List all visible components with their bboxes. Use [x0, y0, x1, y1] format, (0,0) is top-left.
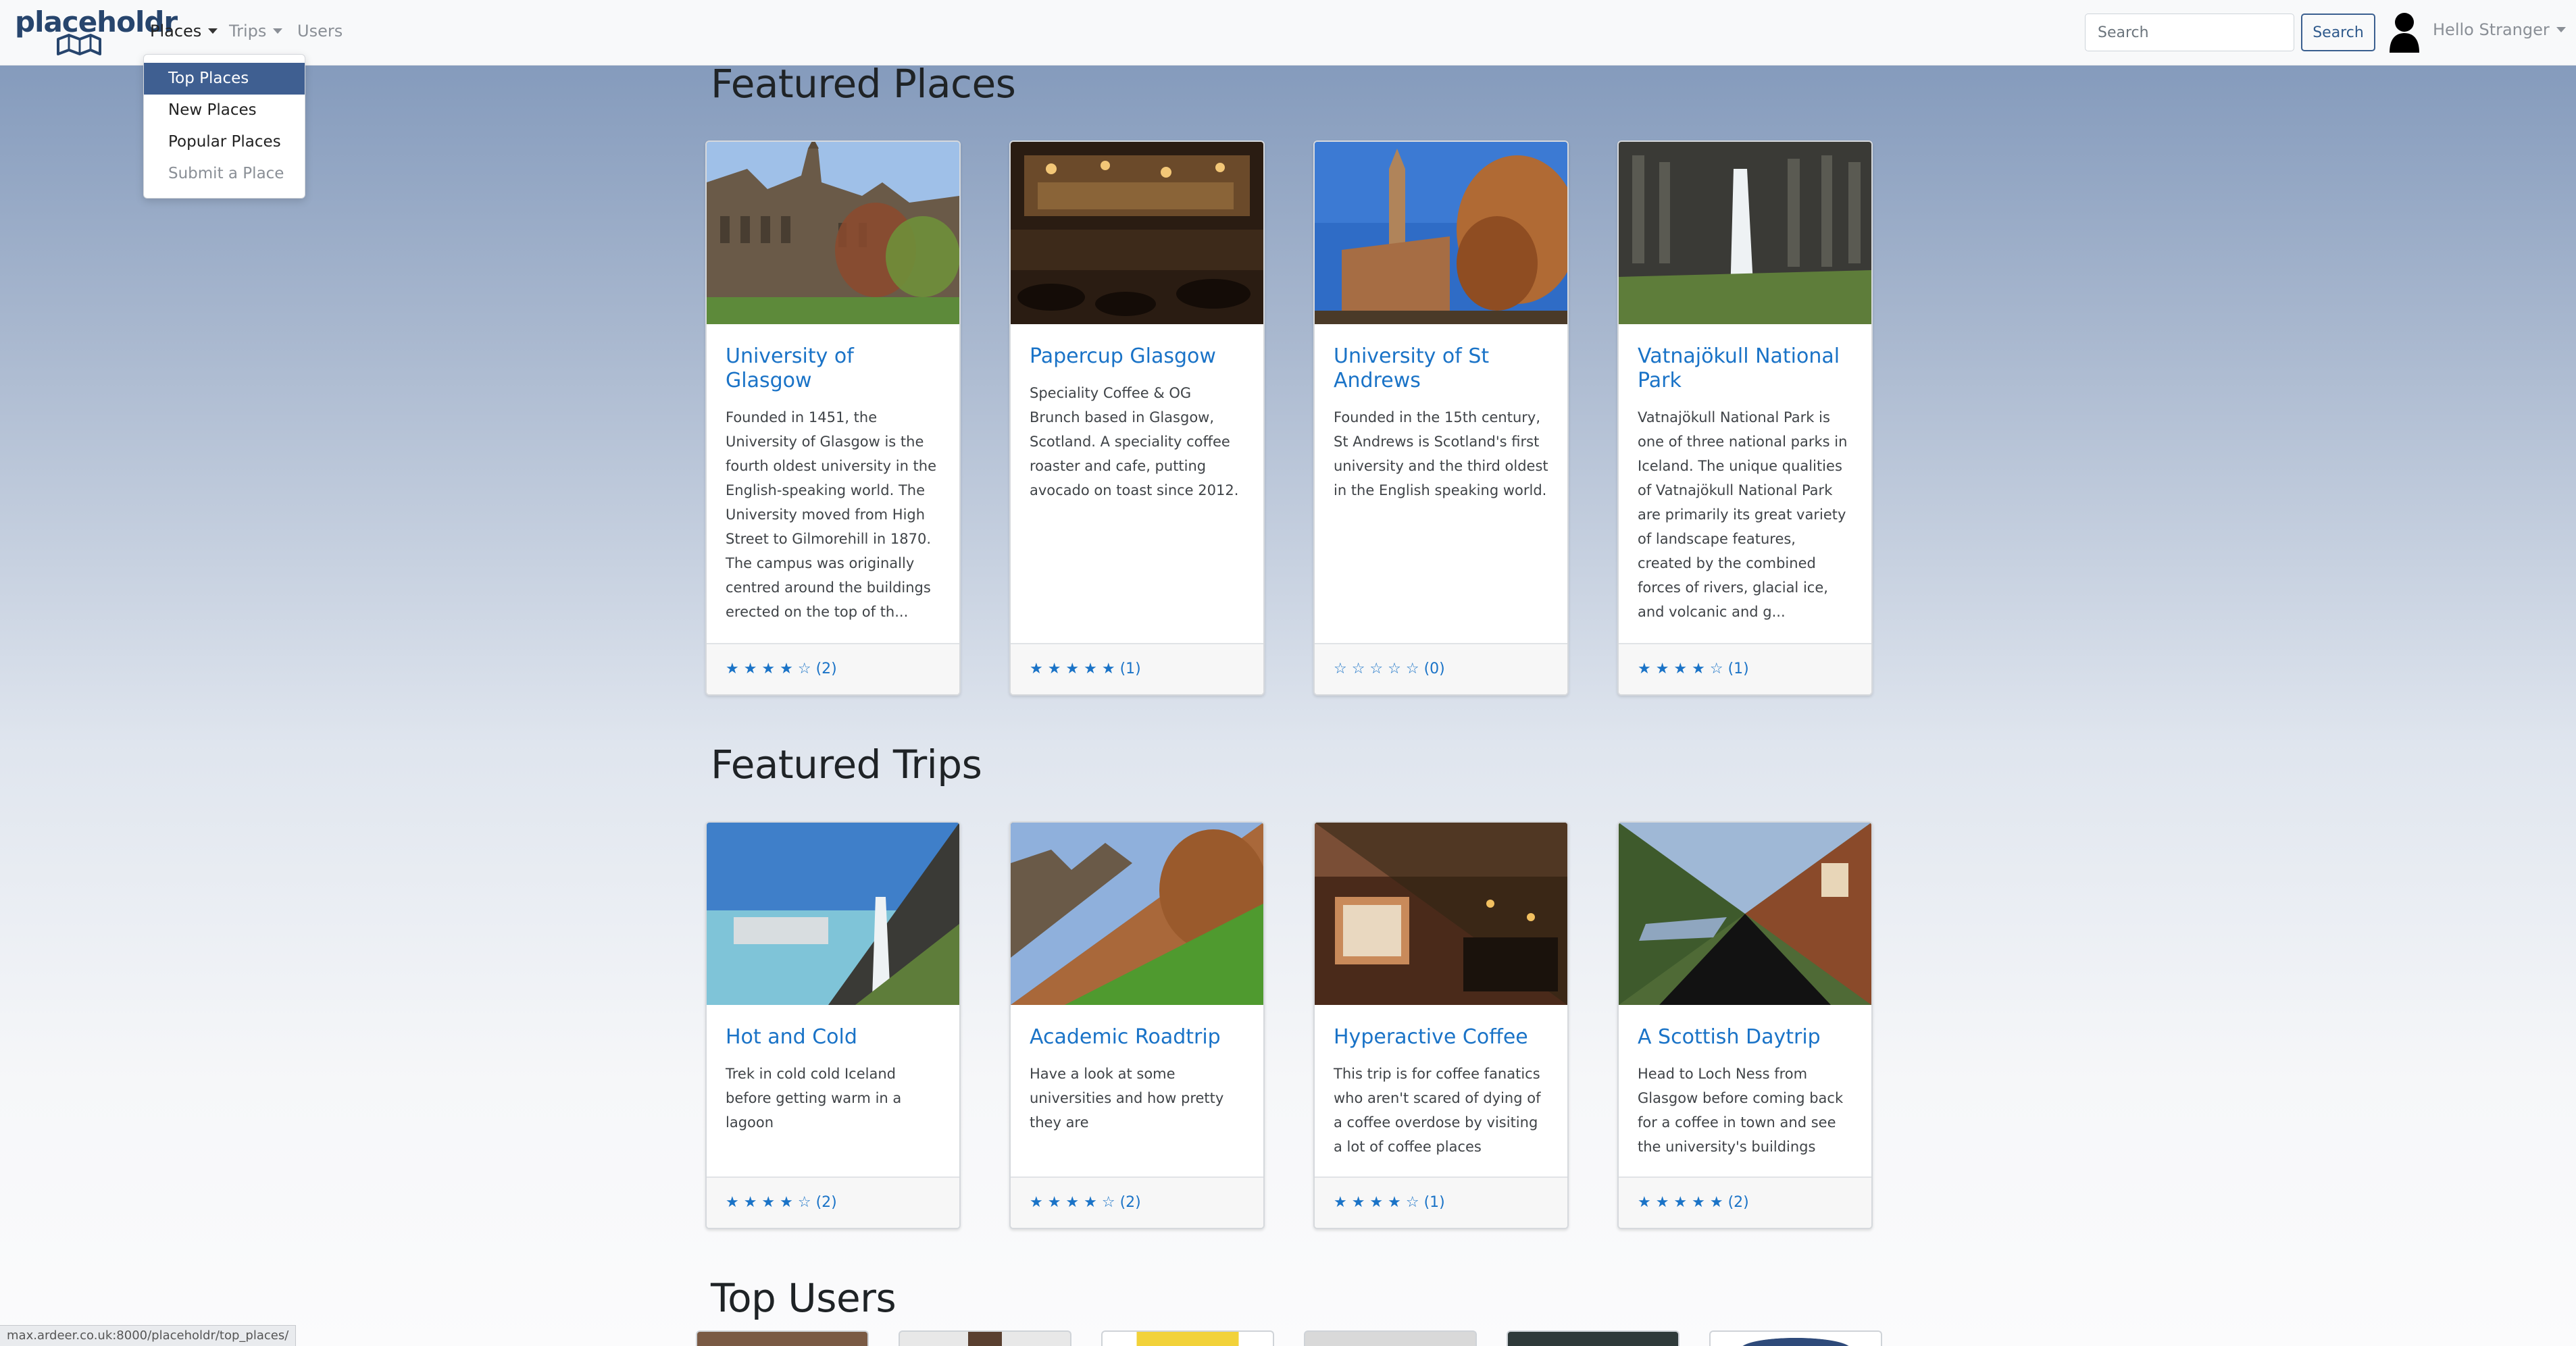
- nav-places-label: Places: [150, 22, 202, 41]
- featured-trips-heading: Featured Trips: [711, 742, 982, 787]
- rating-footer: ★ ★ ★ ★ ☆ (2): [707, 1176, 959, 1228]
- trip-title[interactable]: Hot and Cold: [726, 1025, 940, 1050]
- trip-description: Have a look at some universities and how…: [1030, 1066, 1224, 1131]
- rating-footer: ★ ★ ★ ★ ☆ (1): [1619, 643, 1871, 694]
- rating-stars: ★ ★ ★ ★ ☆: [726, 1194, 811, 1211]
- card-body: Hyperactive Coffee This trip is for coff…: [1315, 1005, 1567, 1159]
- user-avatar[interactable]: [1304, 1330, 1477, 1346]
- trip-description: Trek in cold cold Iceland before getting…: [726, 1066, 902, 1131]
- rating-count: (1): [1727, 661, 1749, 677]
- trip-card[interactable]: Academic Roadtrip Have a look at some un…: [1009, 821, 1265, 1229]
- user-greeting-label: Hello Stranger: [2433, 20, 2550, 39]
- rating-count: (1): [1423, 1194, 1445, 1211]
- card-body: Vatnajökull National Park Vatnajökull Na…: [1619, 324, 1871, 624]
- trip-title[interactable]: A Scottish Daytrip: [1638, 1025, 1852, 1050]
- card-body: Hot and Cold Trek in cold cold Iceland b…: [707, 1005, 959, 1135]
- trip-card[interactable]: Hot and Cold Trek in cold cold Iceland b…: [705, 821, 961, 1229]
- place-description: Founded in 1451, the University of Glasg…: [726, 409, 937, 620]
- user-avatar[interactable]: [899, 1330, 1071, 1346]
- rating-footer: ★ ★ ★ ★ ★ (2): [1619, 1176, 1871, 1228]
- user-avatar[interactable]: [1507, 1330, 1680, 1346]
- place-image[interactable]: [1619, 142, 1871, 324]
- dropdown-item-new-places[interactable]: New Places: [144, 95, 305, 126]
- places-dropdown-menu: Top Places New Places Popular Places Sub…: [143, 54, 305, 199]
- user-avatar[interactable]: [1709, 1330, 1882, 1346]
- rating-stars: ★ ★ ★ ★ ☆: [1638, 661, 1723, 677]
- search-button[interactable]: Search: [2301, 14, 2375, 51]
- trip-description: Head to Loch Ness from Glasgow before co…: [1638, 1066, 1844, 1155]
- card-body: A Scottish Daytrip Head to Loch Ness fro…: [1619, 1005, 1871, 1159]
- place-card[interactable]: Papercup Glasgow Speciality Coffee & OG …: [1009, 140, 1265, 696]
- place-description: Founded in the 15th century, St Andrews …: [1334, 409, 1548, 498]
- place-title[interactable]: University of St Andrews: [1334, 344, 1548, 393]
- place-image[interactable]: [1315, 142, 1567, 324]
- card-body: Academic Roadtrip Have a look at some un…: [1011, 1005, 1263, 1135]
- rating-count: (0): [1423, 661, 1445, 677]
- trip-title[interactable]: Hyperactive Coffee: [1334, 1025, 1548, 1050]
- rating-count: (1): [1119, 661, 1141, 677]
- trip-card[interactable]: Hyperactive Coffee This trip is for coff…: [1313, 821, 1569, 1229]
- card-body: University of St Andrews Founded in the …: [1315, 324, 1567, 502]
- user-silhouette-icon[interactable]: [2388, 11, 2421, 53]
- card-body: Papercup Glasgow Speciality Coffee & OG …: [1011, 324, 1263, 502]
- rating-footer: ☆ ☆ ☆ ☆ ☆ (0): [1315, 643, 1567, 694]
- trip-image[interactable]: [1315, 823, 1567, 1005]
- trip-description: This trip is for coffee fanatics who are…: [1334, 1066, 1541, 1155]
- rating-count: (2): [815, 661, 837, 677]
- rating-stars: ★ ★ ★ ★ ★: [1638, 1194, 1723, 1211]
- rating-stars: ★ ★ ★ ★ ☆: [1030, 1194, 1115, 1211]
- rating-count: (2): [1727, 1194, 1749, 1211]
- trip-image[interactable]: [707, 823, 959, 1005]
- place-image[interactable]: [1011, 142, 1263, 324]
- map-pin-icon: [57, 34, 101, 55]
- chevron-down-icon: [208, 28, 218, 34]
- trip-image[interactable]: [1619, 823, 1871, 1005]
- nav-trips-label: Trips: [229, 22, 267, 41]
- place-image[interactable]: [707, 142, 959, 324]
- top-users-heading: Top Users: [711, 1275, 896, 1321]
- place-card[interactable]: University of Glasgow Founded in 1451, t…: [705, 140, 961, 696]
- nav-trips-toggle[interactable]: Trips: [229, 22, 283, 41]
- place-title[interactable]: University of Glasgow: [726, 344, 940, 393]
- trip-card[interactable]: A Scottish Daytrip Head to Loch Ness fro…: [1617, 821, 1873, 1229]
- brand-logo[interactable]: placeholdr: [15, 5, 178, 58]
- nav-places-toggle[interactable]: Places: [150, 22, 218, 41]
- dropdown-item-submit-place[interactable]: Submit a Place: [144, 158, 305, 190]
- place-title[interactable]: Papercup Glasgow: [1030, 344, 1244, 369]
- user-menu-toggle[interactable]: Hello Stranger: [2433, 20, 2566, 39]
- trip-image[interactable]: [1011, 823, 1263, 1005]
- nav-users-link[interactable]: Users: [297, 22, 343, 41]
- nav-users-label: Users: [297, 22, 343, 41]
- place-description: Vatnajökull National Park is one of thre…: [1638, 409, 1848, 620]
- trip-title[interactable]: Academic Roadtrip: [1030, 1025, 1244, 1050]
- rating-footer: ★ ★ ★ ★ ★ (1): [1011, 643, 1263, 694]
- rating-footer: ★ ★ ★ ★ ☆ (1): [1315, 1176, 1567, 1228]
- rating-footer: ★ ★ ★ ★ ☆ (2): [707, 643, 959, 694]
- card-body: University of Glasgow Founded in 1451, t…: [707, 324, 959, 624]
- rating-stars: ★ ★ ★ ★ ☆: [726, 661, 811, 677]
- navbar: placeholdr Places Trips Users Search Hel…: [0, 0, 2576, 66]
- status-bar-url: max.ardeer.co.uk:8000/placeholdr/top_pla…: [0, 1325, 297, 1346]
- place-card[interactable]: University of St Andrews Founded in the …: [1313, 140, 1569, 696]
- user-avatar[interactable]: [696, 1330, 869, 1346]
- chevron-down-icon: [2556, 27, 2566, 32]
- rating-stars: ☆ ☆ ☆ ☆ ☆: [1334, 661, 1419, 677]
- rating-count: (2): [815, 1194, 837, 1211]
- chevron-down-icon: [273, 28, 283, 34]
- rating-footer: ★ ★ ★ ★ ☆ (2): [1011, 1176, 1263, 1228]
- dropdown-item-popular-places[interactable]: Popular Places: [144, 126, 305, 158]
- place-description: Speciality Coffee & OG Brunch based in G…: [1030, 385, 1239, 498]
- user-avatar[interactable]: [1101, 1330, 1274, 1346]
- rating-count: (2): [1119, 1194, 1141, 1211]
- dropdown-item-top-places[interactable]: Top Places: [144, 63, 305, 95]
- place-title[interactable]: Vatnajökull National Park: [1638, 344, 1852, 393]
- place-card[interactable]: Vatnajökull National Park Vatnajökull Na…: [1617, 140, 1873, 696]
- search-input[interactable]: [2085, 14, 2294, 51]
- rating-stars: ★ ★ ★ ★ ☆: [1334, 1194, 1419, 1211]
- featured-places-heading: Featured Places: [711, 61, 1016, 107]
- rating-stars: ★ ★ ★ ★ ★: [1030, 661, 1115, 677]
